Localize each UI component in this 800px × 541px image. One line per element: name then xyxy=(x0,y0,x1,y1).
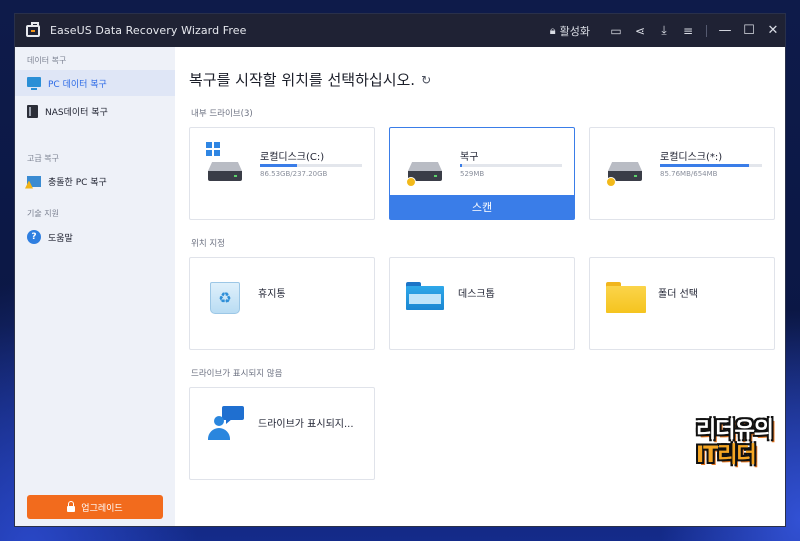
menu-icon[interactable]: ≡ xyxy=(676,14,700,47)
share-icon[interactable]: ⋖ xyxy=(628,14,652,47)
drive-card-star[interactable]: 로컬디스크(*:) 85.76MB/654MB xyxy=(589,127,775,220)
missing-drive-label: 드라이브가 표시되지... xyxy=(258,418,354,430)
refresh-icon[interactable]: ↻ xyxy=(421,73,431,87)
activate-label: 활성화 xyxy=(559,24,590,38)
support-person-icon xyxy=(206,406,246,446)
window-title: EaseUS Data Recovery Wizard Free xyxy=(50,24,247,37)
activate-button[interactable]: 🔒︎ 활성화 xyxy=(550,14,590,47)
drive-size: 85.76MB/654MB xyxy=(660,170,718,178)
usage-bar-fill xyxy=(260,164,298,167)
watermark-line2: IT리더 xyxy=(696,443,757,468)
lock-icon: 🔒︎ xyxy=(549,23,556,37)
usage-bar-fill xyxy=(460,164,463,167)
usage-bar xyxy=(460,164,562,167)
lock-badge-icon xyxy=(606,177,616,187)
drive-name: 로컬디스크(C:) xyxy=(260,152,325,163)
location-label: 데스크톱 xyxy=(458,288,495,300)
location-card-select-folder[interactable]: 폴더 선택 xyxy=(589,257,775,350)
missing-drive-section-label: 드라이브가 표시되지 않음 xyxy=(191,369,283,379)
drive-card-recovery[interactable]: 복구 529MB 스캔 xyxy=(389,127,575,220)
drive-name: 로컬디스크(*:) xyxy=(660,152,723,163)
section-advanced-recovery: 고급 복구 xyxy=(27,154,59,163)
usage-bar xyxy=(260,164,362,167)
drive-card-c[interactable]: 로컬디스크(C:) 86.53GB/237.20GB xyxy=(189,127,375,220)
lock-icon xyxy=(67,500,76,512)
section-tech-support: 기술 지원 xyxy=(27,209,59,218)
location-label: 휴지통 xyxy=(258,288,286,300)
heading-text: 복구를 시작할 위치를 선택하십시오. xyxy=(189,71,416,89)
upgrade-button[interactable]: 업그레이드 xyxy=(27,495,163,519)
scan-button[interactable]: 스캔 xyxy=(390,195,574,219)
help-icon: ? xyxy=(27,230,41,244)
section-data-recovery: 데이터 복구 xyxy=(27,56,67,65)
app-logo-icon xyxy=(26,21,40,37)
crashed-pc-icon xyxy=(27,175,41,187)
folder-icon xyxy=(606,276,646,316)
title-bar: EaseUS Data Recovery Wizard Free 🔒︎ 활성화 … xyxy=(15,14,785,47)
sidebar-item-help[interactable]: ? 도움말 xyxy=(15,224,175,250)
watermark-line1: 리더유의 xyxy=(696,418,774,443)
page-title: 복구를 시작할 위치를 선택하십시오. ↻ xyxy=(189,69,431,90)
titlebar-divider xyxy=(706,24,707,37)
windows-logo-icon xyxy=(206,142,220,156)
sidebar-item-label: NAS데이터 복구 xyxy=(45,107,108,118)
location-card-recycle-bin[interactable]: 휴지통 xyxy=(189,257,375,350)
location-card-desktop[interactable]: 데스크톱 xyxy=(389,257,575,350)
app-window: EaseUS Data Recovery Wizard Free 🔒︎ 활성화 … xyxy=(14,13,786,527)
location-label: 폴더 선택 xyxy=(658,288,698,300)
maximize-button[interactable]: ☐ xyxy=(737,14,761,47)
recycle-bin-icon xyxy=(206,276,246,316)
missing-drive-card[interactable]: 드라이브가 표시되지... xyxy=(189,387,375,480)
monitor-icon xyxy=(27,77,41,90)
sidebar-item-label: PC 데이터 복구 xyxy=(48,79,107,90)
drive-name: 복구 xyxy=(460,152,479,163)
hard-drive-icon xyxy=(406,148,446,188)
sidebar-item-crashed-pc[interactable]: 충돌한 PC 복구 xyxy=(15,168,175,194)
drive-size: 529MB xyxy=(460,170,485,178)
export-icon[interactable]: ⤓ xyxy=(652,14,676,47)
usage-bar xyxy=(660,164,762,167)
sidebar-item-nas-recovery[interactable]: NAS데이터 복구 xyxy=(15,98,175,124)
close-button[interactable]: ✕ xyxy=(761,14,785,47)
main-panel: 복구를 시작할 위치를 선택하십시오. ↻ 내부 드라이브(3) 로컬디스크(C… xyxy=(175,47,785,526)
minimize-button[interactable]: — xyxy=(713,14,737,47)
upgrade-label: 업그레이드 xyxy=(81,503,123,514)
sidebar: 데이터 복구 PC 데이터 복구 NAS데이터 복구 고급 복구 충돌한 PC … xyxy=(15,47,175,526)
internal-drives-label: 내부 드라이브(3) xyxy=(191,109,253,119)
lock-badge-icon xyxy=(406,177,416,187)
sidebar-item-pc-recovery[interactable]: PC 데이터 복구 xyxy=(15,70,175,96)
usage-bar-fill xyxy=(660,164,749,167)
sidebar-item-label: 충돌한 PC 복구 xyxy=(48,177,107,188)
hard-drive-icon xyxy=(606,148,646,188)
nas-icon xyxy=(27,104,38,118)
locations-label: 위치 지정 xyxy=(191,239,225,249)
feedback-icon[interactable]: ▭ xyxy=(604,14,628,47)
desktop-folder-icon xyxy=(406,276,446,316)
sidebar-item-label: 도움말 xyxy=(48,233,73,244)
watermark-logo: 리더유의 IT리더 xyxy=(696,420,776,490)
hard-drive-icon xyxy=(206,142,246,188)
drive-size: 86.53GB/237.20GB xyxy=(260,170,328,178)
